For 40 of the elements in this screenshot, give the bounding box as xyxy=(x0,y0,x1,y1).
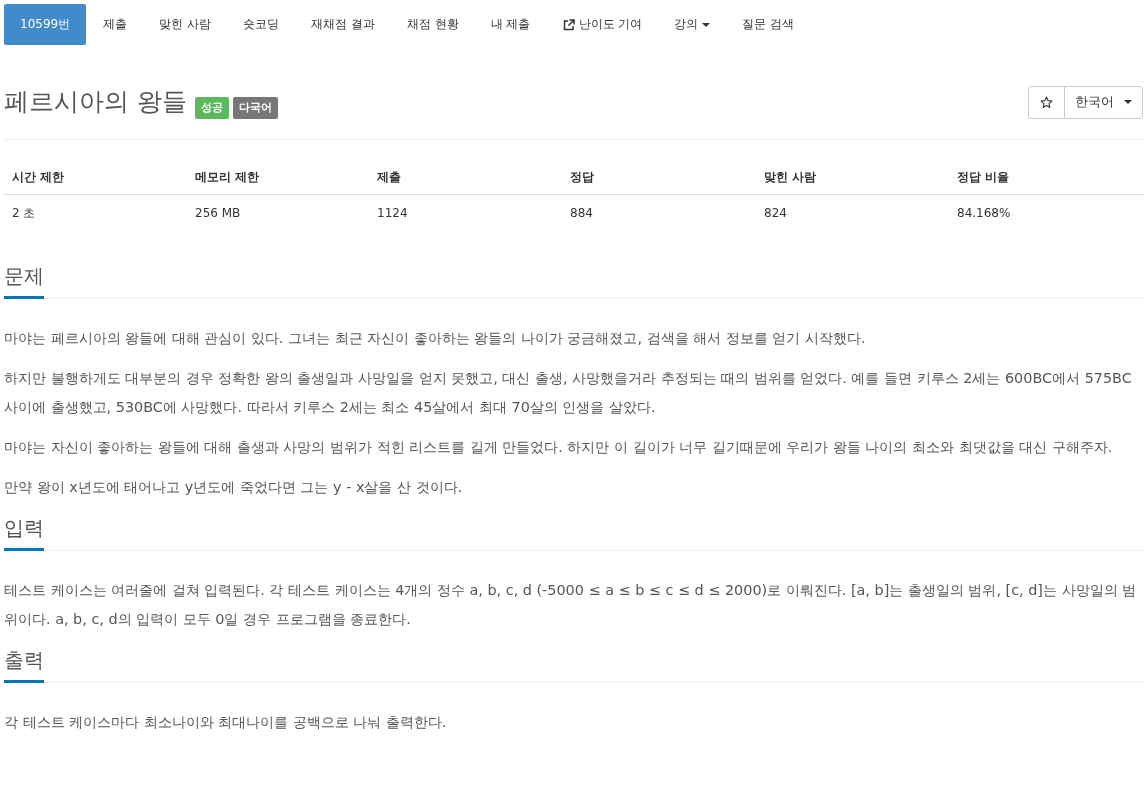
table-cell-text: 1124 xyxy=(376,205,409,222)
star-icon xyxy=(1040,95,1053,109)
column-header: 정답 비율 xyxy=(949,160,1144,195)
nav-tab[interactable]: 10599번 xyxy=(4,4,87,45)
column-header: 정답 xyxy=(562,160,756,195)
table-cell-text: 84.168% xyxy=(956,205,1012,222)
section-heading: 문제 xyxy=(4,261,44,299)
star-button[interactable] xyxy=(1028,85,1065,119)
problem-paragraph: 테스트 케이스는 여러줄에 걸쳐 입력된다. 각 테스트 케이스는 4개의 정수 a, b, c, d (-5000 ≤ a ≤ b ≤ c ≤ d ≤ 2000)로 이뤄진다. [a, b]는 출생일의 범위, [c, d]는 사망일의 범위이다. a, b, c, d의 입력이 모두 0일 경우 프로그램을 종료한다. xyxy=(4,581,1138,629)
external-link-icon xyxy=(562,18,575,31)
column-header: 시간 제한 xyxy=(4,160,187,195)
nav-tab[interactable]: 강의 xyxy=(659,4,726,45)
nav-tab[interactable]: 채점 현황 xyxy=(391,4,474,45)
column-header: 제출 xyxy=(369,160,562,195)
problem-title: 페르시아의 왕들 xyxy=(4,86,187,118)
caret-icon xyxy=(702,22,711,27)
problem-paragraph: 마야는 자신이 좋아하는 왕들에 대해 출생과 사망의 범위가 적힌 리스트를 길게 만들었다. 하지만 이 길이가 너무 길기때문에 우리가 왕들 나이의 최소와 최댓값을 대신 구해주자. xyxy=(4,438,1114,457)
nav-tab[interactable]: 재채점 결과 xyxy=(296,4,390,45)
problem-paragraph: 각 테스트 케이스마다 최소나이와 최대나이를 공백으로 나눠 출력한다. xyxy=(4,713,448,732)
column-header: 메모리 제한 xyxy=(187,160,369,195)
nav-tab[interactable]: 제출 xyxy=(88,4,143,45)
nav-tab[interactable]: 숏코딩 xyxy=(228,4,294,45)
table-cell-text: 884 xyxy=(569,205,594,222)
section-heading: 출력 xyxy=(4,645,44,683)
caret-icon xyxy=(1124,100,1132,104)
problem-paragraph: 만약 왕이 x년도에 태어나고 y년도에 죽었다면 그는 y - x살을 산 것이다. xyxy=(4,478,464,497)
table-cell-text: 256 MB xyxy=(194,205,242,222)
language-dropdown[interactable]: 한국어 xyxy=(1064,85,1143,119)
nav-tab[interactable]: 난이도 기여 xyxy=(547,4,658,45)
status-label: 다국어 xyxy=(232,97,278,119)
table-cell-text: 824 xyxy=(763,205,788,222)
column-header: 맞힌 사람 xyxy=(756,160,949,195)
problem-paragraph: 하지만 불행하게도 대부분의 경우 정확한 왕의 출생일과 사망일을 얻지 못했고, 대신 출생, 사망했을거라 추정되는 때의 범위를 얻었다. 예를 들면 키루스 2세는 600BC에서 575BC사이에 출생했고, 530BC에 사망했다. 따라서 키루스 2세는 최소 45살에서 최대 70살의 인생을 살았다. xyxy=(4,369,1133,417)
nav-tab[interactable]: 질문 검색 xyxy=(727,4,810,45)
section-heading: 입력 xyxy=(4,513,44,551)
table-cell-text: 2 초 xyxy=(11,205,37,222)
nav-tab[interactable]: 내 제출 xyxy=(475,4,546,45)
nav-tab[interactable]: 맞힌 사람 xyxy=(144,4,226,45)
status-label: 성공 xyxy=(194,97,229,119)
problem-paragraph: 마야는 페르시아의 왕들에 대해 관심이 있다. 그녀는 최근 자신이 좋아하는 왕들의 나이가 궁금해졌고, 검색을 해서 정보를 얻기 시작했다. xyxy=(4,329,867,348)
